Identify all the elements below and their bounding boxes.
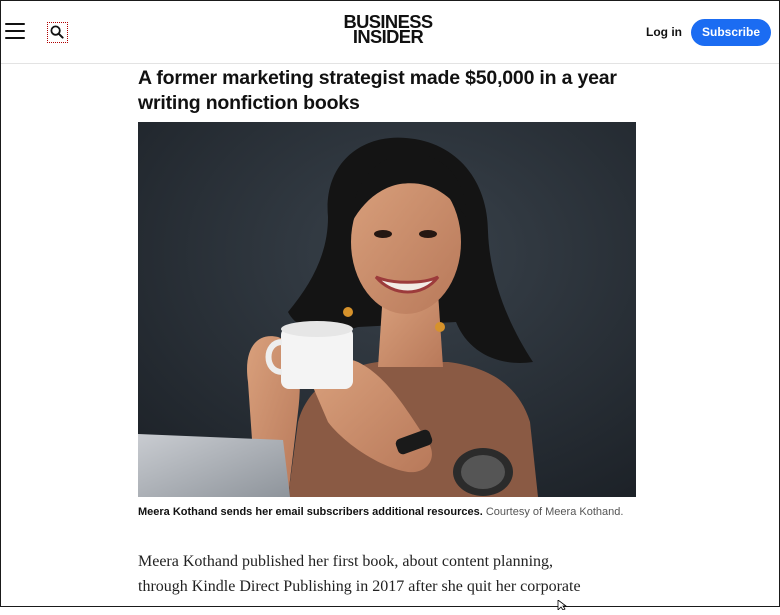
caption-text: Meera Kothand sends her email subscriber… xyxy=(138,506,483,518)
body-line-2: through Kindle Direct Publishing in 2017… xyxy=(138,578,581,595)
body-line-1: Meera Kothand published her first book, … xyxy=(138,553,554,570)
article-headline: A former marketing strategist made $50,0… xyxy=(138,66,698,116)
subscribe-button[interactable]: Subscribe xyxy=(691,19,771,46)
login-link[interactable]: Log in xyxy=(646,25,682,39)
business-insider-logo[interactable]: BUSINESS INSIDER xyxy=(342,13,434,47)
caption-credit: Courtesy of Meera Kothand. xyxy=(485,506,624,518)
article-body: Meera Kothand published her first book, … xyxy=(138,549,638,599)
search-icon[interactable] xyxy=(47,22,68,43)
hamburger-menu-icon[interactable] xyxy=(5,23,25,39)
article-hero-photo xyxy=(138,122,636,497)
mouse-pointer-icon xyxy=(557,597,568,615)
headline-line-2: writing nonfiction books xyxy=(138,92,360,114)
top-navigation-bar: BUSINESS INSIDER Log in Subscribe xyxy=(1,1,779,64)
headline-line-1: A former marketing strategist made $50,0… xyxy=(138,67,617,89)
logo-line-2: INSIDER xyxy=(352,27,424,47)
photo-caption: Meera Kothand sends her email subscriber… xyxy=(138,506,658,518)
